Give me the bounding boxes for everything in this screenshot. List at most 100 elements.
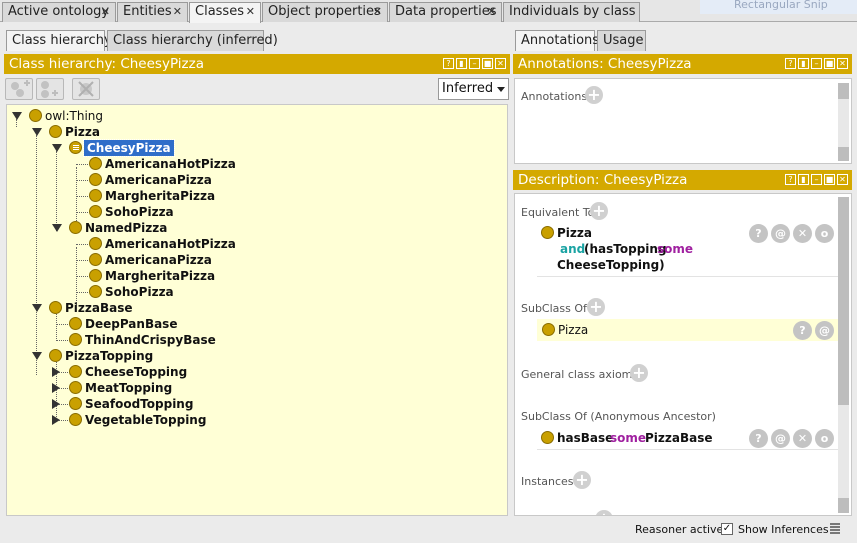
add-equivalent-button[interactable]: + xyxy=(590,202,608,220)
delete-button[interactable]: ✕ xyxy=(793,224,812,243)
minimize-icon[interactable]: – xyxy=(811,58,822,69)
axiom-class[interactable]: Pizza xyxy=(557,226,592,240)
split-icon[interactable]: ▮ xyxy=(798,58,809,69)
scrollbar-thumb[interactable] xyxy=(838,83,849,99)
tab-class-hierarchy-inferred[interactable]: Class hierarchy (inferred) xyxy=(107,30,278,51)
edit-button[interactable]: o xyxy=(815,224,834,243)
explain-button[interactable]: ? xyxy=(793,321,812,340)
add-subclass-button[interactable] xyxy=(5,78,33,100)
tree-node-label: SeafoodTopping xyxy=(85,397,194,411)
collapse-toggle[interactable] xyxy=(52,144,62,152)
panel-title: Description: CheesyPizza xyxy=(518,172,688,188)
tab-class-hierarchy[interactable]: Class hierarchy xyxy=(6,30,112,51)
class-icon xyxy=(89,253,102,266)
add-instance-button[interactable]: + xyxy=(573,471,591,489)
delete-class-button[interactable] xyxy=(72,78,100,100)
tree-node-label: AmericanaHotPizza xyxy=(105,237,236,251)
add-button[interactable]: + xyxy=(595,510,613,515)
select-value: Inferred xyxy=(442,81,494,96)
axiom-filler: PizzaBase xyxy=(645,431,713,445)
explain-button[interactable]: ? xyxy=(749,224,768,243)
axiom-class[interactable]: Pizza xyxy=(558,323,588,337)
tab-data-properties[interactable]: Data properties ✕ xyxy=(389,2,502,22)
tree-node-label: PizzaTopping xyxy=(65,349,154,363)
tree-node-label: AmericanaHotPizza xyxy=(105,157,236,171)
help-icon[interactable]: ? xyxy=(785,58,796,69)
help-icon[interactable]: ? xyxy=(785,174,796,185)
add-general-axiom-button[interactable]: + xyxy=(630,364,648,382)
tab-classes[interactable]: Classes ✕ xyxy=(189,2,261,23)
collapse-toggle[interactable] xyxy=(32,304,42,312)
class-icon xyxy=(69,365,82,378)
expand-toggle[interactable] xyxy=(52,383,60,393)
expand-toggle[interactable] xyxy=(52,415,60,425)
minimize-icon[interactable]: – xyxy=(811,174,822,185)
tree-node-label: Pizza xyxy=(65,125,100,139)
expand-toggle[interactable] xyxy=(52,367,60,377)
collapse-toggle[interactable] xyxy=(32,128,42,136)
keyword-and: and xyxy=(560,242,586,256)
add-superclass-button[interactable]: + xyxy=(587,298,605,316)
annotate-button[interactable]: @ xyxy=(771,429,790,448)
show-inferences-label: Show Inferences xyxy=(738,523,829,536)
section-subclass-anonymous: SubClass Of (Anonymous Ancestor) xyxy=(521,410,716,423)
close-icon[interactable]: ✕ xyxy=(373,3,382,21)
collapse-toggle[interactable] xyxy=(52,224,62,232)
tab-label: Annotations xyxy=(521,33,600,48)
add-sibling-button[interactable] xyxy=(36,78,64,100)
reasoner-status: Reasoner active xyxy=(635,523,724,536)
expand-toggle[interactable] xyxy=(52,399,60,409)
explain-button[interactable]: ? xyxy=(749,429,768,448)
collapse-toggle[interactable] xyxy=(12,112,22,120)
class-icon xyxy=(69,397,82,410)
class-icon xyxy=(89,173,102,186)
add-subclass-icon xyxy=(11,80,30,97)
hierarchy-mode-select[interactable]: Inferred xyxy=(438,78,509,100)
axiom-property[interactable]: hasBase xyxy=(557,431,613,445)
view-controls: ? ▮ – ■ ✕ xyxy=(443,58,506,69)
edit-button[interactable]: o xyxy=(815,429,834,448)
tree-node-label: SohoPizza xyxy=(105,205,174,219)
maximize-icon[interactable]: ■ xyxy=(824,58,835,69)
minimize-icon[interactable]: – xyxy=(469,58,480,69)
annotate-button[interactable]: @ xyxy=(771,224,790,243)
tree-node-label: CheesyPizza xyxy=(83,139,175,157)
help-icon[interactable]: ? xyxy=(443,58,454,69)
close-icon[interactable]: ✕ xyxy=(101,3,110,21)
tab-active-ontology[interactable]: Active ontology ✕ xyxy=(2,2,116,22)
collapse-toggle[interactable] xyxy=(32,352,42,360)
tab-usage[interactable]: Usage xyxy=(597,30,646,51)
tab-individuals-by-class[interactable]: Individuals by class xyxy=(503,2,640,22)
tree-node-label: CheeseTopping xyxy=(85,365,188,379)
tab-annotations[interactable]: Annotations xyxy=(515,30,599,51)
close-icon[interactable]: ✕ xyxy=(837,174,848,185)
annotate-button[interactable]: @ xyxy=(815,321,834,340)
close-icon[interactable]: ✕ xyxy=(495,58,506,69)
axiom-filler: CheeseTopping) xyxy=(557,258,665,272)
scrollbar-thumb[interactable] xyxy=(838,147,849,161)
tree-node-label: SohoPizza xyxy=(105,285,174,299)
tree-node-label: AmericanaPizza xyxy=(105,253,212,267)
scrollbar-thumb[interactable] xyxy=(838,197,849,405)
close-icon[interactable]: ✕ xyxy=(246,3,255,21)
class-icon xyxy=(89,285,102,298)
add-annotation-button[interactable]: + xyxy=(585,86,603,104)
maximize-icon[interactable]: ■ xyxy=(482,58,493,69)
close-icon[interactable]: ✕ xyxy=(173,3,182,21)
class-icon xyxy=(541,226,554,239)
delete-button[interactable]: ✕ xyxy=(793,429,812,448)
close-icon[interactable]: ✕ xyxy=(487,3,496,21)
menu-icon[interactable] xyxy=(829,523,841,536)
tree-node-label: PizzaBase xyxy=(65,301,133,315)
tree-node-label: MargheritaPizza xyxy=(105,269,216,283)
split-icon[interactable]: ▮ xyxy=(798,174,809,185)
class-icon xyxy=(89,157,102,170)
split-icon[interactable]: ▮ xyxy=(456,58,467,69)
tab-object-properties[interactable]: Object properties ✕ xyxy=(262,2,388,22)
panel-title: Class hierarchy: CheesyPizza xyxy=(9,56,204,72)
maximize-icon[interactable]: ■ xyxy=(824,174,835,185)
tab-entities[interactable]: Entities ✕ xyxy=(117,2,188,22)
scrollbar-thumb[interactable] xyxy=(838,498,849,513)
show-inferences-checkbox[interactable]: ✓ xyxy=(721,523,733,535)
close-icon[interactable]: ✕ xyxy=(837,58,848,69)
